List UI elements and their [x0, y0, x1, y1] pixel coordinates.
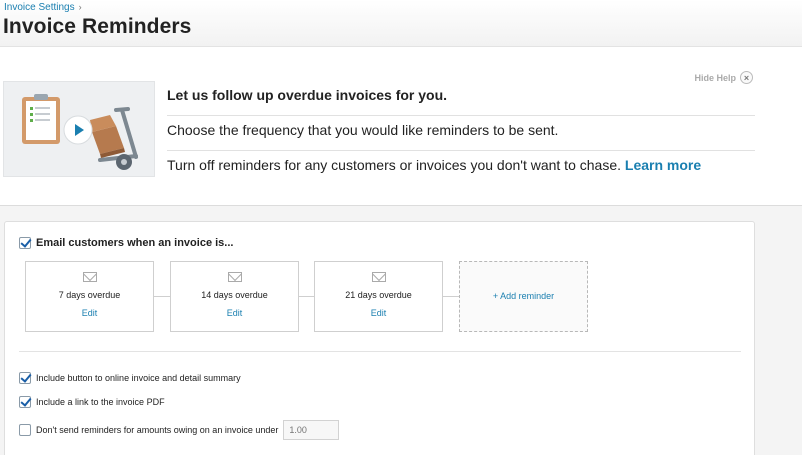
- reminder-card: 14 days overdue Edit: [170, 261, 299, 332]
- help-turn-off-label: Turn off reminders for any customers or …: [167, 157, 621, 173]
- reminder-card: 7 days overdue Edit: [25, 261, 154, 332]
- help-turn-off-text: Turn off reminders for any customers or …: [167, 151, 755, 186]
- email-customers-label: Email customers when an invoice is...: [36, 237, 234, 249]
- breadcrumb: Invoice Settings ›: [4, 2, 82, 13]
- email-customers-checkbox[interactable]: [19, 237, 31, 249]
- minimum-amount-option: Don't send reminders for amounts owing o…: [19, 420, 340, 440]
- help-panel: Hide Help × Let us follow up overdue inv…: [0, 47, 802, 206]
- envelope-icon: [228, 272, 242, 282]
- minimum-amount-input[interactable]: [283, 420, 340, 440]
- reminder-label: 21 days overdue: [345, 290, 412, 300]
- reminder-label: 14 days overdue: [201, 290, 268, 300]
- email-customers-option[interactable]: Email customers when an invoice is...: [19, 237, 233, 249]
- edit-reminder-link[interactable]: Edit: [315, 308, 442, 318]
- include-pdf-link-label: Include a link to the invoice PDF: [36, 397, 165, 407]
- include-online-invoice-checkbox[interactable]: [19, 372, 31, 384]
- breadcrumb-separator: ›: [78, 2, 82, 12]
- envelope-icon: [83, 272, 97, 282]
- help-text: Let us follow up overdue invoices for yo…: [167, 81, 755, 186]
- include-pdf-link-checkbox[interactable]: [19, 396, 31, 408]
- page-header: Invoice Settings › Invoice Reminders: [0, 0, 802, 47]
- envelope-icon: [372, 272, 386, 282]
- help-heading: Let us follow up overdue invoices for yo…: [167, 81, 755, 116]
- minimum-amount-label: Don't send reminders for amounts owing o…: [36, 425, 279, 435]
- breadcrumb-invoice-settings[interactable]: Invoice Settings: [4, 2, 75, 13]
- page-title: Invoice Reminders: [3, 15, 192, 38]
- section-divider: [19, 351, 741, 352]
- reminder-label: 7 days overdue: [58, 290, 121, 300]
- include-online-invoice-label: Include button to online invoice and det…: [36, 373, 241, 383]
- reminder-card: 21 days overdue Edit: [314, 261, 443, 332]
- learn-more-link[interactable]: Learn more: [625, 157, 701, 173]
- edit-reminder-link[interactable]: Edit: [26, 308, 153, 318]
- minimum-amount-checkbox[interactable]: [19, 424, 31, 436]
- include-pdf-link-option[interactable]: Include a link to the invoice PDF: [19, 396, 165, 408]
- play-icon[interactable]: [63, 115, 93, 145]
- reminder-settings-card: Email customers when an invoice is... 7 …: [4, 221, 755, 455]
- edit-reminder-link[interactable]: Edit: [171, 308, 298, 318]
- reminder-schedule: 7 days overdue Edit 14 days overdue Edit…: [25, 261, 595, 332]
- reminder-connector: [153, 296, 171, 297]
- help-frequency-text: Choose the frequency that you would like…: [167, 116, 755, 151]
- add-reminder-button[interactable]: + Add reminder: [459, 261, 588, 332]
- help-video-thumbnail[interactable]: [3, 81, 155, 177]
- include-online-invoice-option[interactable]: Include button to online invoice and det…: [19, 372, 241, 384]
